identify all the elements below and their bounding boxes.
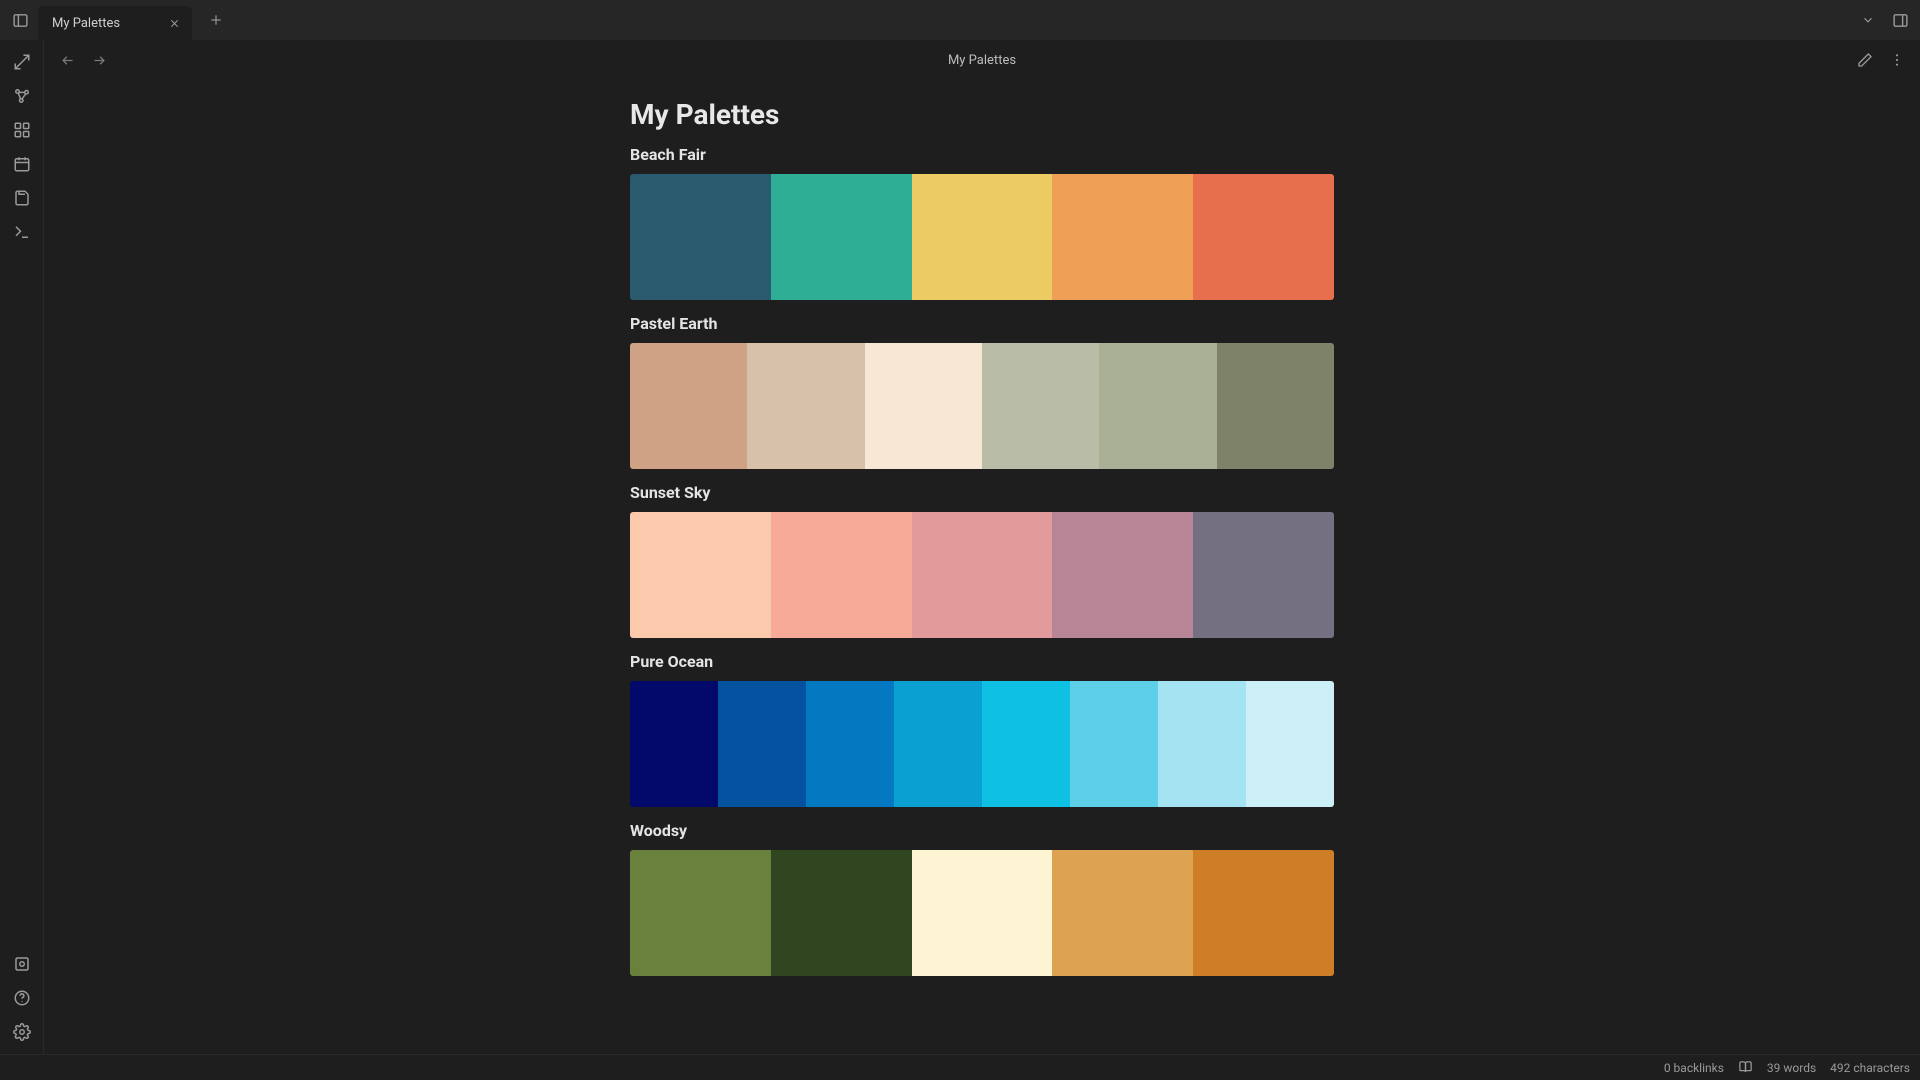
color-swatch[interactable] <box>982 681 1070 807</box>
titlebar: My Palettes <box>0 0 1920 40</box>
color-swatch[interactable] <box>1246 681 1334 807</box>
color-swatch[interactable] <box>771 512 912 638</box>
page-header: My Palettes <box>44 40 1920 80</box>
new-tab-button[interactable] <box>202 6 230 34</box>
swatch-row <box>630 174 1334 300</box>
palette-block: Woodsy <box>630 821 1334 976</box>
palette-title: Beach Fair <box>630 145 1334 164</box>
palette-block: Pastel Earth <box>630 314 1334 469</box>
left-ribbon <box>0 40 44 1054</box>
color-swatch[interactable] <box>630 681 718 807</box>
status-words[interactable]: 39 words <box>1767 1061 1816 1075</box>
color-swatch[interactable] <box>982 343 1099 469</box>
color-swatch[interactable] <box>806 681 894 807</box>
color-swatch[interactable] <box>1052 174 1193 300</box>
palette-block: Sunset Sky <box>630 483 1334 638</box>
color-swatch[interactable] <box>630 174 771 300</box>
color-swatch[interactable] <box>630 850 771 976</box>
swatch-row <box>630 681 1334 807</box>
color-swatch[interactable] <box>1217 343 1334 469</box>
tab-title: My Palettes <box>52 16 120 31</box>
left-sidebar-toggle-icon[interactable] <box>6 6 34 34</box>
page-title: My Palettes <box>630 98 1334 131</box>
command-palette-icon[interactable] <box>6 216 38 248</box>
vault-icon[interactable] <box>6 948 38 980</box>
palette-title: Pure Ocean <box>630 652 1334 671</box>
palette-block: Beach Fair <box>630 145 1334 300</box>
nav-back-icon[interactable] <box>54 47 80 73</box>
templates-icon[interactable] <box>6 182 38 214</box>
status-backlinks[interactable]: 0 backlinks <box>1664 1061 1724 1075</box>
color-swatch[interactable] <box>894 681 982 807</box>
close-icon[interactable] <box>166 15 182 31</box>
palette-title: Sunset Sky <box>630 483 1334 502</box>
status-chars[interactable]: 492 characters <box>1830 1061 1910 1075</box>
color-swatch[interactable] <box>1193 512 1334 638</box>
palette-title: Woodsy <box>630 821 1334 840</box>
swatch-row <box>630 850 1334 976</box>
palette-title: Pastel Earth <box>630 314 1334 333</box>
more-options-icon[interactable] <box>1884 47 1910 73</box>
quick-switcher-icon[interactable] <box>6 46 38 78</box>
color-swatch[interactable] <box>1052 512 1193 638</box>
status-chars-label: 492 characters <box>1830 1061 1910 1075</box>
edit-mode-icon[interactable] <box>1852 47 1878 73</box>
swatch-row <box>630 343 1334 469</box>
chevron-down-icon[interactable] <box>1854 6 1882 34</box>
color-swatch[interactable] <box>1099 343 1216 469</box>
color-swatch[interactable] <box>747 343 864 469</box>
graph-icon[interactable] <box>6 80 38 112</box>
right-sidebar-toggle-icon[interactable] <box>1886 6 1914 34</box>
color-swatch[interactable] <box>1193 850 1334 976</box>
nav-forward-icon[interactable] <box>86 47 112 73</box>
color-swatch[interactable] <box>1070 681 1158 807</box>
color-swatch[interactable] <box>912 850 1053 976</box>
note-content[interactable]: My Palettes Beach Fair Pastel Earth Sunset… <box>630 98 1334 976</box>
canvas-icon[interactable] <box>6 114 38 146</box>
swatch-row <box>630 512 1334 638</box>
color-swatch[interactable] <box>630 512 771 638</box>
reading-mode-icon[interactable] <box>1738 1060 1753 1075</box>
settings-icon[interactable] <box>6 1016 38 1048</box>
color-swatch[interactable] <box>630 343 747 469</box>
color-swatch[interactable] <box>718 681 806 807</box>
color-swatch[interactable] <box>1193 174 1334 300</box>
color-swatch[interactable] <box>771 174 912 300</box>
color-swatch[interactable] <box>1158 681 1246 807</box>
daily-note-icon[interactable] <box>6 148 38 180</box>
statusbar: 0 backlinks 39 words 492 characters <box>0 1054 1920 1080</box>
status-backlinks-label: 0 backlinks <box>1664 1061 1724 1075</box>
color-swatch[interactable] <box>865 343 982 469</box>
status-words-label: 39 words <box>1767 1061 1816 1075</box>
breadcrumb[interactable]: My Palettes <box>118 53 1846 68</box>
palette-block: Pure Ocean <box>630 652 1334 807</box>
color-swatch[interactable] <box>1052 850 1193 976</box>
color-swatch[interactable] <box>771 850 912 976</box>
color-swatch[interactable] <box>912 512 1053 638</box>
color-swatch[interactable] <box>912 174 1053 300</box>
tab-active[interactable]: My Palettes <box>38 6 192 40</box>
help-icon[interactable] <box>6 982 38 1014</box>
